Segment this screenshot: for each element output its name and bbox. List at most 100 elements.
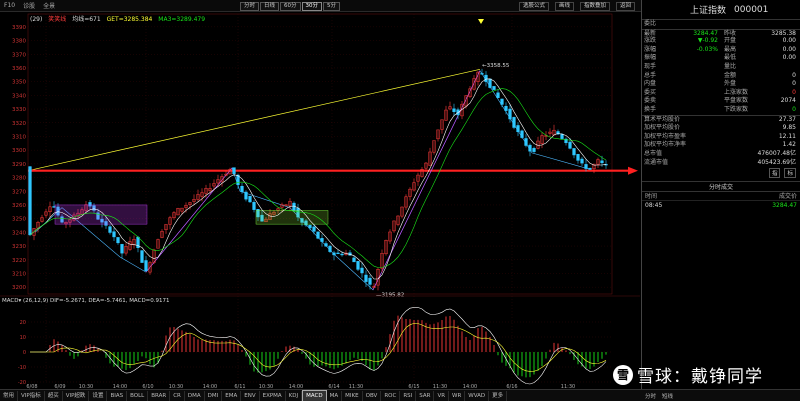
quote-value <box>674 89 718 98</box>
candle-body <box>568 141 572 149</box>
candle-body <box>560 134 564 139</box>
kline-chart[interactable]: 3200 3210 3220 3230 3240 3250 3260 3270 3280 3290… <box>0 12 640 390</box>
indicator-tab-11[interactable]: EMA <box>222 390 242 401</box>
indicator-tab-20[interactable]: RSI <box>400 390 417 401</box>
tab-bottom-intraday[interactable]: 分时 <box>645 392 656 400</box>
stat-row: 算术平均股价 27.37 <box>642 116 800 125</box>
y-tick-label: 3220 <box>12 258 26 264</box>
y-tick-label: 3390 <box>12 25 26 31</box>
watermark-text: 雪球：戴铮同学 <box>637 367 763 387</box>
candle-body <box>600 160 604 164</box>
index-button[interactable]: 指 <box>768 168 781 179</box>
indicator-tab-10[interactable]: DMI <box>205 390 223 401</box>
y-tick-label: 3230 <box>12 244 26 250</box>
legend-line-3: GET=3285.384 <box>106 16 153 23</box>
watermark: 雪 雪球：戴铮同学 <box>613 362 763 387</box>
purple-wave-line <box>145 167 233 273</box>
price-grid <box>27 13 613 382</box>
stat-value: 12.11 <box>778 132 796 140</box>
dif-line <box>30 307 607 385</box>
candle-body <box>140 250 144 263</box>
stat-value: 476007.48亿 <box>757 149 796 157</box>
stat-label: 总市值 <box>644 149 663 157</box>
tab-5min[interactable]: 5分 <box>323 2 341 11</box>
indicator-tab-21[interactable]: SAR <box>416 390 435 401</box>
indicator-tab-1[interactable]: VIP指标 <box>18 390 45 401</box>
indicator-tab-13[interactable]: EXPMA <box>260 390 286 401</box>
tab-30min[interactable]: 30分 <box>301 2 323 11</box>
tab-daily[interactable]: 日线 <box>260 2 280 11</box>
candle-body <box>244 191 248 200</box>
y-tick-label: 3380 <box>12 39 26 45</box>
quote-row: 委卖 平盘家数 2074 <box>642 97 800 106</box>
stat-label: 加权平均市净率 <box>644 141 687 149</box>
indicator-tab-3[interactable]: VIP超跌 <box>63 390 90 401</box>
stat-value: 27.37 <box>778 115 796 123</box>
indicator-tab-22[interactable]: VR <box>434 390 450 401</box>
indicator-tab-4[interactable]: 设置 <box>89 390 108 401</box>
indicator-tab-19[interactable]: ROC <box>381 390 401 401</box>
indicator-tab-2[interactable]: 超买 <box>45 390 63 401</box>
quote-header: 上证指数 000001 <box>642 0 800 20</box>
tab-bottom-short[interactable]: 短线 <box>662 392 673 400</box>
quote-label: 换手 <box>644 105 657 113</box>
quote-row: 内盘 外盘 0 <box>642 80 800 89</box>
ma-short-line <box>29 78 607 280</box>
tab-60min[interactable]: 60分 <box>280 2 301 11</box>
candle-body <box>252 202 256 210</box>
yellow-trend-line <box>27 68 481 172</box>
indicator-tab-25[interactable]: 更多 <box>489 390 508 401</box>
indicator-tab-12[interactable]: ENV <box>241 390 260 401</box>
stock-button[interactable]: 标 <box>784 168 796 179</box>
quote-row: 振幅 最低 0.00 <box>642 54 800 63</box>
trend-lines <box>27 68 638 291</box>
candle-body <box>488 78 492 88</box>
legend-prefix: (29) <box>30 16 43 23</box>
quote-label-2: 外盘 <box>724 80 737 88</box>
stat-row: 加权平均股价 9.85 <box>642 124 800 133</box>
diagnose-link[interactable]: 诊股 <box>19 1 39 10</box>
y-tick-label: 3240 <box>12 230 26 236</box>
indicator-tab-18[interactable]: OBV <box>363 390 382 401</box>
macd-tick-label: 0 <box>23 350 26 356</box>
formula-button[interactable]: 选股公式 <box>518 2 549 11</box>
quote-value <box>674 80 718 89</box>
y-tick-label: 3290 <box>12 162 26 168</box>
quote-row: 委比 <box>642 20 800 29</box>
indicator-tab-8[interactable]: CR <box>170 390 185 401</box>
candle-body <box>516 125 520 132</box>
y-tick-label: 3280 <box>12 176 26 182</box>
f10-link[interactable]: F10 <box>0 2 19 9</box>
indicator-tab-7[interactable]: BRAR <box>148 390 171 401</box>
candle-body <box>364 274 368 282</box>
candle-body <box>572 148 576 156</box>
macd-tick-label: -10 <box>18 365 26 371</box>
tick-col-price: 成交价 <box>778 193 797 201</box>
overview-link[interactable]: 全景 <box>39 1 59 10</box>
candle-body <box>116 237 120 244</box>
quote-value: -0.03% <box>696 45 718 53</box>
indicator-tab-6[interactable]: BOLL <box>127 390 149 401</box>
indicator-tab-24[interactable]: WVAD <box>465 390 490 401</box>
tick-row: 08:45 3284.47 <box>642 201 800 210</box>
overlay-button[interactable]: 指数叠加 <box>579 2 610 11</box>
indicator-tab-16[interactable]: MA <box>327 390 343 401</box>
candle-body <box>492 86 496 90</box>
tick-header[interactable]: 分时成交 <box>642 181 800 193</box>
panel-buttons: 指 标 <box>642 167 800 179</box>
indicator-tab-15[interactable]: MACD <box>302 389 327 401</box>
draw-button[interactable]: 画线 <box>554 2 574 11</box>
back-button[interactable]: 返回 <box>615 2 635 11</box>
indicator-tab-17[interactable]: MIKE <box>342 390 363 401</box>
stat-label: 算术平均股价 <box>644 115 681 123</box>
quote-row: 总手 金额 0 <box>642 72 800 81</box>
indicator-tab-5[interactable]: BIAS <box>107 390 128 401</box>
indicator-tab-14[interactable]: KDJ <box>286 390 303 401</box>
indicator-tab-9[interactable]: DMA <box>185 390 205 401</box>
candle-body <box>328 245 332 252</box>
zigzag-line <box>34 70 591 291</box>
tab-intraday[interactable]: 分时 <box>240 2 260 11</box>
indicator-tab-23[interactable]: WR <box>449 390 466 401</box>
indicator-tab-0[interactable]: 常用 <box>0 390 19 401</box>
candle-body <box>324 243 328 247</box>
